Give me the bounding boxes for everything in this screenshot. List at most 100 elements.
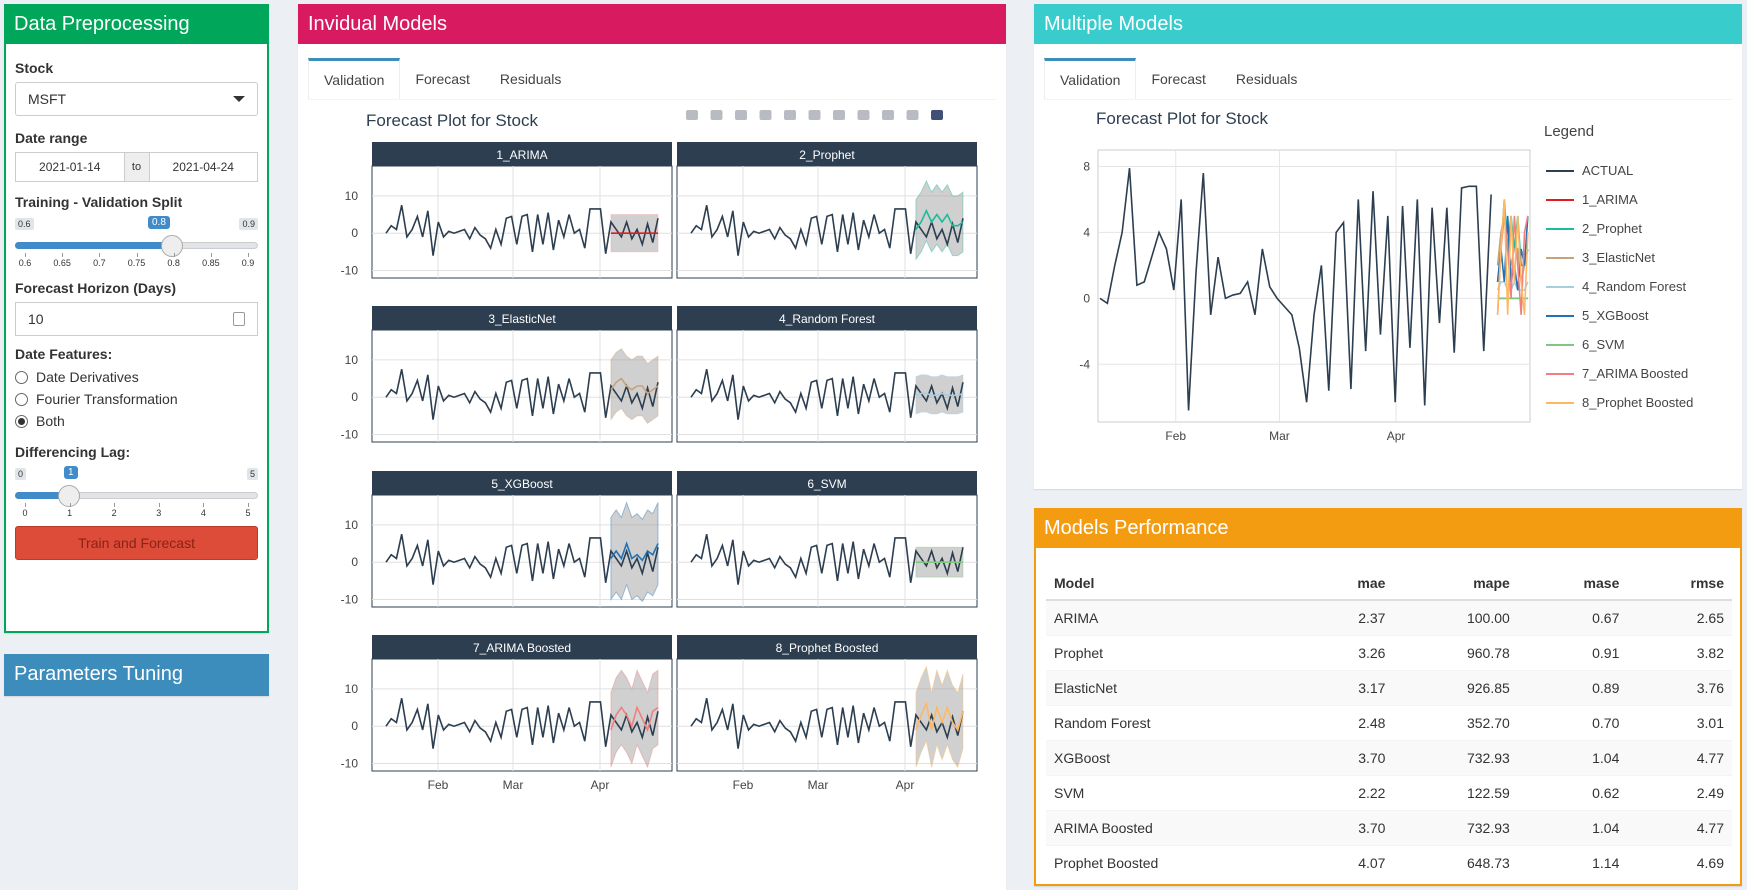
hover-closest-icon[interactable] — [882, 110, 894, 120]
x-tick-label: Mar — [1269, 429, 1290, 443]
table-cell: 960.78 — [1393, 634, 1518, 670]
legend-entry: 4_Random Forest — [1582, 279, 1686, 294]
train-and-forecast-button[interactable]: Train and Forecast — [15, 526, 258, 560]
plot-area — [1097, 149, 1531, 423]
lag-tick-label: 4 — [200, 508, 206, 518]
horizon-input[interactable]: 10 — [15, 302, 258, 336]
split-tick-mark — [136, 253, 138, 257]
facet-strip-label: 2_Prophet — [799, 148, 855, 162]
x-tick-label: Apr — [1387, 429, 1406, 443]
facet-7: 7_ARIMA Boosted -10 0 10 Feb Mar Apr — [341, 635, 673, 792]
facet-5: 5_XGBoost -10 0 10 — [341, 471, 673, 608]
table-cell: 3.76 — [1627, 669, 1732, 705]
zoom-in-icon[interactable] — [759, 110, 772, 120]
tab-validation[interactable]: Validation — [308, 58, 401, 99]
split-tick-mark — [173, 253, 175, 257]
y-tick-label: -10 — [341, 593, 359, 607]
plotly-logo-icon[interactable] — [931, 110, 943, 120]
data-preprocessing-panel: Data Preprocessing Stock MSFT Date range… — [4, 4, 269, 633]
facet-strip-label: 4_Random Forest — [779, 312, 876, 326]
column-header: rmse — [1627, 566, 1732, 601]
lag-slider[interactable]: 0 1 5 0 1 2 3 4 5 — [15, 466, 258, 522]
lag-value-label: 1 — [64, 466, 78, 479]
table-cell: ARIMA Boosted — [1046, 809, 1301, 845]
lag-label: Differencing Lag: — [15, 444, 131, 460]
y-tick-label: 10 — [345, 518, 359, 532]
split-tick-mark — [248, 253, 249, 257]
split-ticks: 0.6 0.65 0.7 0.75 0.8 0.85 0.9 — [15, 253, 258, 269]
radio-both[interactable]: Both — [15, 412, 258, 430]
date-start-input[interactable]: 2021-01-14 — [16, 153, 124, 181]
home-icon[interactable] — [833, 110, 845, 120]
individual-models-title: Invidual Models — [298, 4, 1006, 44]
split-slider[interactable]: 0.6 0.8 0.9 0.6 0.65 0.7 0.75 0.8 0.85 0.9 — [15, 216, 258, 272]
radio-icon — [15, 392, 28, 406]
parameters-tuning-title[interactable]: Parameters Tuning — [4, 654, 269, 694]
data-preprocessing-title: Data Preprocessing — [4, 4, 269, 44]
tab-residuals[interactable]: Residuals — [485, 58, 576, 99]
table-row: Random Forest 2.48 352.70 0.70 3.01 — [1046, 704, 1732, 740]
split-label: Training - Validation Split — [15, 194, 183, 210]
camera-icon[interactable] — [686, 110, 698, 120]
models-performance-title: Models Performance — [1034, 508, 1742, 548]
split-tick-label: 0.6 — [18, 258, 32, 268]
horizon-label: Forecast Horizon (Days) — [15, 280, 177, 296]
lag-tick-label: 5 — [245, 508, 251, 518]
split-max-label: 0.9 — [239, 218, 258, 230]
tab-forecast[interactable]: Forecast — [1136, 58, 1220, 99]
lag-tick-mark — [69, 503, 71, 507]
pan-icon[interactable] — [735, 110, 747, 120]
facet-4: 4_Random Forest — [676, 306, 978, 443]
column-header: mape — [1393, 566, 1518, 601]
x-tick-label: Feb — [428, 778, 449, 792]
radio-date-derivatives[interactable]: Date Derivatives — [15, 368, 258, 386]
parameters-tuning-panel[interactable]: Parameters Tuning — [4, 654, 269, 696]
lag-ticks: 0 1 2 3 4 5 — [15, 503, 258, 519]
tab-residuals[interactable]: Residuals — [1221, 58, 1312, 99]
table-cell: SVM — [1046, 774, 1301, 810]
table-cell: 0.62 — [1517, 774, 1628, 810]
table-cell: 100.00 — [1393, 599, 1518, 635]
zoom-icon[interactable] — [710, 110, 723, 120]
legend-entry: ACTUAL — [1582, 163, 1633, 178]
split-tick-label: 0.9 — [241, 258, 255, 268]
y-tick-label: 8 — [1083, 159, 1090, 173]
chart-title: Forecast Plot for Stock — [1096, 109, 1268, 128]
table-cell: 0.91 — [1517, 634, 1628, 670]
x-tick-label: Mar — [503, 778, 524, 792]
table-cell: ARIMA — [1046, 599, 1301, 635]
autoscale-icon[interactable] — [808, 110, 821, 120]
horizon-value: 10 — [28, 311, 44, 327]
radio-label: Date Derivatives — [36, 369, 139, 385]
chart-title: Forecast Plot for Stock — [366, 111, 538, 130]
hover-compare-icon[interactable] — [906, 110, 919, 120]
legend-entry: 7_ARIMA Boosted — [1582, 366, 1688, 381]
spike-icon[interactable] — [857, 110, 870, 120]
stepper-icon[interactable] — [233, 312, 245, 326]
lag-tick-mark — [158, 503, 160, 507]
performance-table: Model mae mape mase rmse ARIMA 2.37 100.00 0.67… — [1046, 566, 1732, 880]
split-tick-label: 0.75 — [127, 258, 146, 268]
stock-select[interactable]: MSFT — [15, 82, 258, 116]
table-cell: 0.89 — [1517, 669, 1628, 705]
split-value-label: 0.8 — [148, 216, 170, 229]
lag-tick-label: 1 — [67, 508, 73, 518]
tab-validation[interactable]: Validation — [1044, 58, 1137, 99]
multiple-models-title: Multiple Models — [1034, 4, 1742, 44]
date-range-separator: to — [123, 153, 150, 181]
date-end-input[interactable]: 2021-04-24 — [150, 153, 258, 181]
radio-checked-icon — [15, 414, 28, 428]
models-performance-panel: Models Performance Model mae mape mase rmse … — [1034, 508, 1742, 886]
table-row: SVM 2.22 122.59 0.62 2.49 — [1046, 774, 1732, 810]
chevron-down-icon — [233, 96, 245, 102]
column-header: Model — [1046, 566, 1301, 601]
tab-forecast[interactable]: Forecast — [400, 58, 484, 99]
table-header-row: Model mae mape mase rmse — [1046, 566, 1732, 601]
zoom-out-icon[interactable] — [784, 110, 796, 120]
facet-strip-label: 1_ARIMA — [496, 148, 547, 162]
table-cell: 3.70 — [1300, 739, 1394, 775]
table-cell: 3.01 — [1627, 704, 1732, 740]
table-cell: 3.82 — [1627, 634, 1732, 670]
radio-fourier-transformation[interactable]: Fourier Transformation — [15, 390, 258, 408]
legend-title: Legend — [1544, 123, 1594, 140]
